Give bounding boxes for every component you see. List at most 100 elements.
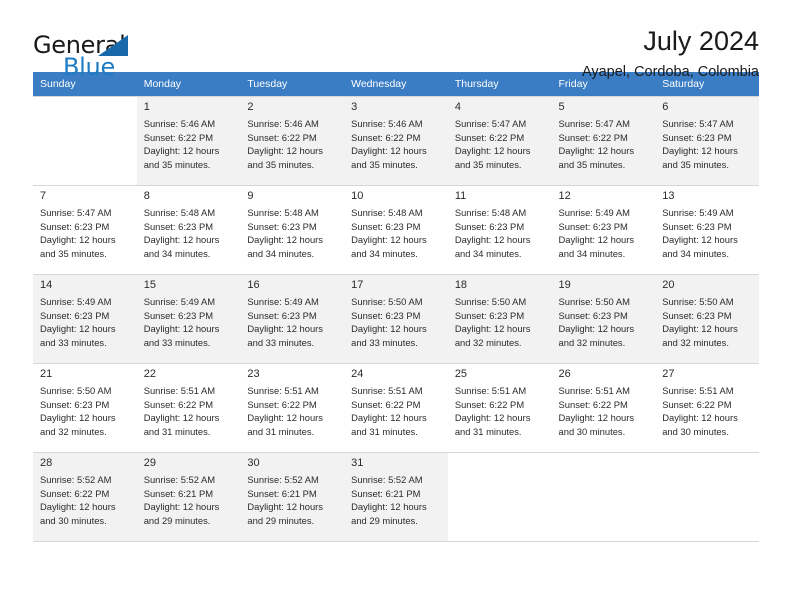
day-cell[interactable]: 21 Sunrise: 5:50 AM Sunset: 6:23 PM Dayligh… xyxy=(33,363,137,452)
daylight-text-line1: Daylight: 12 hours xyxy=(351,323,427,335)
day-details: Sunrise: 5:50 AM Sunset: 6:23 PM Daylight:… xyxy=(455,293,546,349)
calendar-cell: 9 Sunrise: 5:48 AM Sunset: 6:23 PM Daylight… xyxy=(240,185,345,274)
day-cell[interactable]: 7 Sunrise: 5:47 AM Sunset: 6:23 PM Daylight… xyxy=(33,185,137,274)
day-details: Sunrise: 5:49 AM Sunset: 6:23 PM Daylight:… xyxy=(40,293,131,349)
day-cell[interactable]: 16 Sunrise: 5:49 AM Sunset: 6:23 PM Dayligh… xyxy=(240,274,345,363)
daylight-text-line1: Daylight: 12 hours xyxy=(143,323,220,335)
daylight-text-line2: and 35 minutes. xyxy=(40,247,107,259)
day-cell[interactable]: 12 Sunrise: 5:49 AM Sunset: 6:23 PM Dayligh… xyxy=(551,185,656,274)
daylight-text-line1: Daylight: 12 hours xyxy=(40,412,116,424)
day-number: 25 xyxy=(454,368,468,380)
sunrise-text: Sunrise: 5:51 AM xyxy=(454,385,527,396)
sunrise-text: Sunrise: 5:51 AM xyxy=(558,385,630,396)
sunset-text: Sunset: 6:21 PM xyxy=(247,487,317,499)
sunset-text: Sunset: 6:22 PM xyxy=(454,398,525,410)
calendar-cell: 1 Sunrise: 5:46 AM Sunset: 6:22 PM Daylight… xyxy=(136,96,241,185)
day-cell[interactable]: 3 Sunrise: 5:46 AM Sunset: 6:22 PM Daylight… xyxy=(344,96,448,185)
day-cell[interactable]: 27 Sunrise: 5:51 AM Sunset: 6:22 PM Dayligh… xyxy=(655,363,759,452)
page-title: July 2024 xyxy=(643,26,759,56)
sunrise-text: Sunrise: 5:47 AM xyxy=(662,118,734,129)
weekday-header-thursday: Thursday xyxy=(447,72,552,96)
daylight-text-line1: Daylight: 12 hours xyxy=(247,412,323,424)
day-cell[interactable]: 24 Sunrise: 5:51 AM Sunset: 6:22 PM Dayligh… xyxy=(344,363,448,452)
day-cell[interactable]: 2 Sunrise: 5:46 AM Sunset: 6:22 PM Daylight… xyxy=(240,96,345,185)
sunrise-text: Sunrise: 5:50 AM xyxy=(351,296,423,307)
daylight-text-line2: and 32 minutes. xyxy=(662,336,729,348)
sunset-text: Sunset: 6:21 PM xyxy=(143,487,214,499)
calendar-cell: 25 Sunrise: 5:51 AM Sunset: 6:22 PM Dayligh… xyxy=(447,363,552,452)
sunrise-text: Sunrise: 5:52 AM xyxy=(351,474,423,485)
weekday-header-tuesday: Tuesday xyxy=(240,72,345,96)
day-cell[interactable]: 8 Sunrise: 5:48 AM Sunset: 6:23 PM Daylight… xyxy=(136,185,241,274)
daylight-text-line1: Daylight: 12 hours xyxy=(558,234,635,246)
day-details: Sunrise: 5:49 AM Sunset: 6:23 PM Daylight:… xyxy=(144,293,235,349)
day-cell[interactable]: 15 Sunrise: 5:49 AM Sunset: 6:23 PM Dayligh… xyxy=(136,274,241,363)
sunrise-text: Sunrise: 5:48 AM xyxy=(351,207,423,218)
sunset-text: Sunset: 6:22 PM xyxy=(40,487,110,499)
daylight-text-line2: and 29 minutes. xyxy=(351,514,418,526)
day-cell[interactable]: 22 Sunrise: 5:51 AM Sunset: 6:22 PM Dayligh… xyxy=(136,363,241,452)
daylight-text-line2: and 35 minutes. xyxy=(351,158,418,170)
sunrise-text: Sunrise: 5:52 AM xyxy=(247,474,319,485)
daylight-text-line2: and 31 minutes. xyxy=(454,425,522,437)
daylight-text-line1: Daylight: 12 hours xyxy=(351,412,427,424)
day-cell[interactable]: 29 Sunrise: 5:52 AM Sunset: 6:21 PM Dayligh… xyxy=(136,452,241,541)
day-cell[interactable]: 31 Sunrise: 5:52 AM Sunset: 6:21 PM Dayligh… xyxy=(344,452,448,541)
calendar-cell: 5 Sunrise: 5:47 AM Sunset: 6:22 PM Daylight… xyxy=(551,96,656,185)
sunset-text: Sunset: 6:22 PM xyxy=(143,398,214,410)
day-number: 6 xyxy=(662,101,669,113)
day-cell[interactable]: 14 Sunrise: 5:49 AM Sunset: 6:23 PM Dayligh… xyxy=(33,274,137,363)
day-cell[interactable]: 5 Sunrise: 5:47 AM Sunset: 6:22 PM Daylight… xyxy=(551,96,656,185)
sunrise-text: Sunrise: 5:48 AM xyxy=(454,207,527,218)
sunrise-text: Sunrise: 5:49 AM xyxy=(40,296,112,307)
day-number: 2 xyxy=(247,101,254,113)
calendar-cell: 26 Sunrise: 5:51 AM Sunset: 6:22 PM Dayligh… xyxy=(551,363,656,452)
day-details: Sunrise: 5:52 AM Sunset: 6:22 PM Daylight:… xyxy=(40,471,131,527)
calendar-cell xyxy=(655,452,759,541)
calendar-cell: 24 Sunrise: 5:51 AM Sunset: 6:22 PM Dayligh… xyxy=(344,363,448,452)
day-cell[interactable]: 19 Sunrise: 5:50 AM Sunset: 6:23 PM Dayligh… xyxy=(551,274,656,363)
day-number: 3 xyxy=(351,101,358,113)
day-cell[interactable]: 23 Sunrise: 5:51 AM Sunset: 6:22 PM Dayligh… xyxy=(240,363,345,452)
day-details: Sunrise: 5:49 AM Sunset: 6:23 PM Daylight:… xyxy=(559,204,650,260)
day-details: Sunrise: 5:51 AM Sunset: 6:22 PM Daylight:… xyxy=(662,382,753,438)
day-details: Sunrise: 5:47 AM Sunset: 6:23 PM Daylight:… xyxy=(662,115,753,171)
calendar-cell: 27 Sunrise: 5:51 AM Sunset: 6:22 PM Dayligh… xyxy=(655,363,759,452)
day-cell-empty xyxy=(551,452,656,541)
day-number: 19 xyxy=(558,279,571,291)
calendar-body: 1 Sunrise: 5:46 AM Sunset: 6:22 PM Daylight… xyxy=(33,96,759,541)
day-cell[interactable]: 9 Sunrise: 5:48 AM Sunset: 6:23 PM Daylight… xyxy=(240,185,345,274)
day-cell[interactable]: 1 Sunrise: 5:46 AM Sunset: 6:22 PM Daylight… xyxy=(136,96,241,185)
sunset-text: Sunset: 6:23 PM xyxy=(40,220,110,232)
brand-logo[interactable]: General Blue xyxy=(33,27,203,83)
daylight-text-line1: Daylight: 12 hours xyxy=(662,145,738,157)
sunrise-text: Sunrise: 5:46 AM xyxy=(247,118,319,129)
daylight-text-line1: Daylight: 12 hours xyxy=(351,501,427,513)
calendar-cell: 11 Sunrise: 5:48 AM Sunset: 6:23 PM Dayligh… xyxy=(447,185,552,274)
day-number: 11 xyxy=(454,190,467,202)
daylight-text-line1: Daylight: 12 hours xyxy=(558,145,635,157)
day-cell[interactable]: 10 Sunrise: 5:48 AM Sunset: 6:23 PM Dayligh… xyxy=(344,185,448,274)
day-cell[interactable]: 4 Sunrise: 5:47 AM Sunset: 6:22 PM Daylight… xyxy=(447,96,552,185)
day-number: 8 xyxy=(143,190,150,202)
day-cell[interactable]: 13 Sunrise: 5:49 AM Sunset: 6:23 PM Dayligh… xyxy=(655,185,759,274)
day-number: 5 xyxy=(558,101,565,113)
day-number: 22 xyxy=(143,368,156,380)
sunrise-text: Sunrise: 5:49 AM xyxy=(143,296,216,307)
day-cell[interactable]: 17 Sunrise: 5:50 AM Sunset: 6:23 PM Dayligh… xyxy=(344,274,448,363)
sunrise-text: Sunrise: 5:52 AM xyxy=(143,474,216,485)
day-cell[interactable]: 20 Sunrise: 5:50 AM Sunset: 6:23 PM Dayligh… xyxy=(655,274,759,363)
day-cell[interactable]: 30 Sunrise: 5:52 AM Sunset: 6:21 PM Dayligh… xyxy=(240,452,345,541)
day-number: 12 xyxy=(558,190,571,202)
day-cell[interactable]: 11 Sunrise: 5:48 AM Sunset: 6:23 PM Dayligh… xyxy=(447,185,552,274)
daylight-text-line2: and 34 minutes. xyxy=(247,247,315,259)
daylight-text-line1: Daylight: 12 hours xyxy=(40,501,116,513)
day-cell[interactable]: 28 Sunrise: 5:52 AM Sunset: 6:22 PM Dayligh… xyxy=(33,452,137,541)
day-cell[interactable]: 6 Sunrise: 5:47 AM Sunset: 6:23 PM Daylight… xyxy=(655,96,759,185)
day-cell[interactable]: 25 Sunrise: 5:51 AM Sunset: 6:22 PM Dayligh… xyxy=(447,363,552,452)
calendar-cell: 18 Sunrise: 5:50 AM Sunset: 6:23 PM Dayligh… xyxy=(447,274,552,363)
day-cell[interactable]: 26 Sunrise: 5:51 AM Sunset: 6:22 PM Dayligh… xyxy=(551,363,656,452)
day-cell[interactable]: 18 Sunrise: 5:50 AM Sunset: 6:23 PM Dayligh… xyxy=(447,274,552,363)
calendar-week-row: 28 Sunrise: 5:52 AM Sunset: 6:22 PM Dayligh… xyxy=(33,452,759,541)
sunset-text: Sunset: 6:23 PM xyxy=(143,309,214,321)
